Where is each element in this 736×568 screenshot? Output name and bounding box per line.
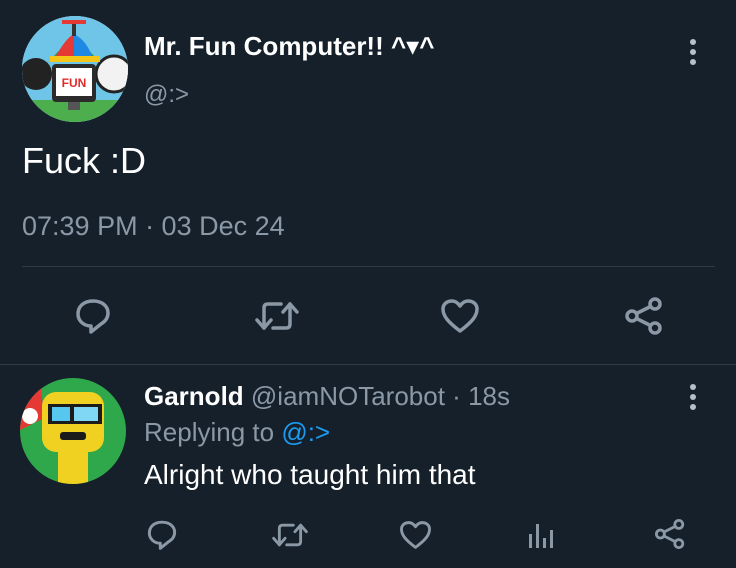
- reply-avatar[interactable]: [20, 378, 126, 484]
- stats-divider: [22, 266, 715, 267]
- reply-separator: ·: [452, 381, 461, 411]
- replying-handle-link[interactable]: @:>: [281, 417, 330, 447]
- main-tweet-text: Fuck :D: [22, 140, 147, 181]
- more-vertical-icon[interactable]: [689, 39, 697, 65]
- share-icon[interactable]: [624, 296, 664, 336]
- main-timestamp: 07:39 PM · 03 Dec 24: [22, 211, 285, 241]
- reply-handle[interactable]: @iamNOTarobot: [251, 381, 445, 411]
- reply-retweet-icon[interactable]: [272, 520, 308, 550]
- avatar-fun-label: FUN: [62, 76, 87, 90]
- comment-icon[interactable]: [74, 296, 112, 334]
- main-avatar[interactable]: FUN: [22, 16, 128, 122]
- heart-icon[interactable]: [440, 298, 480, 334]
- tweet-divider: [0, 364, 736, 365]
- main-handle[interactable]: @:>: [144, 81, 189, 109]
- reply-time-ago: 18s: [468, 381, 510, 411]
- reply-display-name[interactable]: Garnold: [144, 381, 244, 411]
- analytics-icon[interactable]: [527, 520, 555, 550]
- reply-header: Garnold @iamNOTarobot · 18s: [144, 380, 510, 412]
- reply-more-vertical-icon[interactable]: [689, 384, 697, 410]
- reply-tweet-text: Alright who taught him that: [144, 459, 476, 490]
- replying-prefix: Replying to: [144, 417, 275, 447]
- replying-to-line: Replying to @:>: [144, 416, 330, 448]
- reply-comment-icon[interactable]: [146, 518, 178, 550]
- retweet-icon[interactable]: [255, 298, 299, 334]
- reply-share-icon[interactable]: [654, 518, 686, 550]
- reply-heart-icon[interactable]: [399, 520, 432, 550]
- main-display-name[interactable]: Mr. Fun Computer!! ^▾^: [144, 31, 434, 61]
